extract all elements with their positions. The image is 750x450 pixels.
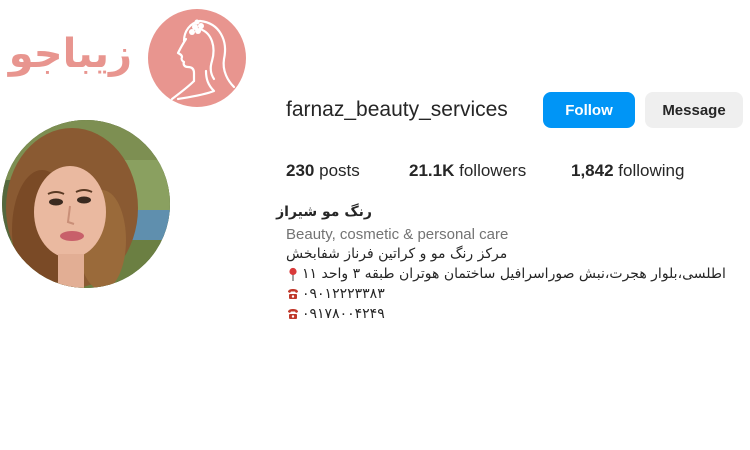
bio-line-1: مرکز رنگ مو و کراتین فرناز شفابخش	[286, 246, 508, 262]
phone-1-text[interactable]: ۰۹۰۱۲۲۲۳۳۸۳	[302, 286, 385, 302]
posts-count: 230	[286, 161, 315, 180]
bio-address-text: اطلسی،بلوار هجرت،نبش صوراسرافیل ساختمان …	[302, 266, 726, 282]
bio-name: رنگ مو شیراز	[276, 204, 372, 220]
following-stat[interactable]: 1,842 following	[571, 161, 684, 181]
bio-phone-1: ۰۹۰۱۲۲۲۳۳۸۳	[286, 286, 396, 302]
bio-address: اطلسی،بلوار هجرت،نبش صوراسرافیل ساختمان …	[286, 266, 738, 282]
brand-logo-text: زیباجو	[8, 31, 132, 77]
following-count: 1,842	[571, 161, 614, 180]
followers-label: followers	[459, 161, 527, 180]
follow-button[interactable]: Follow	[543, 92, 635, 128]
posts-label: posts	[319, 161, 360, 180]
telephone-icon	[288, 289, 298, 299]
posts-stat: 230 posts	[286, 161, 360, 181]
following-label: following	[618, 161, 685, 180]
profile-username: farnaz_beauty_services	[286, 98, 508, 121]
followers-count: 21.1K	[409, 161, 455, 180]
telephone-icon	[288, 309, 298, 319]
followers-stat[interactable]: 21.1K followers	[409, 161, 526, 181]
bio-category: Beauty, cosmetic & personal care	[286, 226, 509, 243]
profile-avatar[interactable]	[2, 120, 170, 288]
message-button[interactable]: Message	[645, 92, 743, 128]
bio-phone-2: ۰۹۱۷۸۰۰۴۲۴۹	[286, 306, 396, 322]
phone-2-text[interactable]: ۰۹۱۷۸۰۰۴۲۴۹	[302, 306, 385, 322]
woman-silhouette-icon	[148, 9, 246, 107]
pin-icon	[289, 267, 297, 281]
